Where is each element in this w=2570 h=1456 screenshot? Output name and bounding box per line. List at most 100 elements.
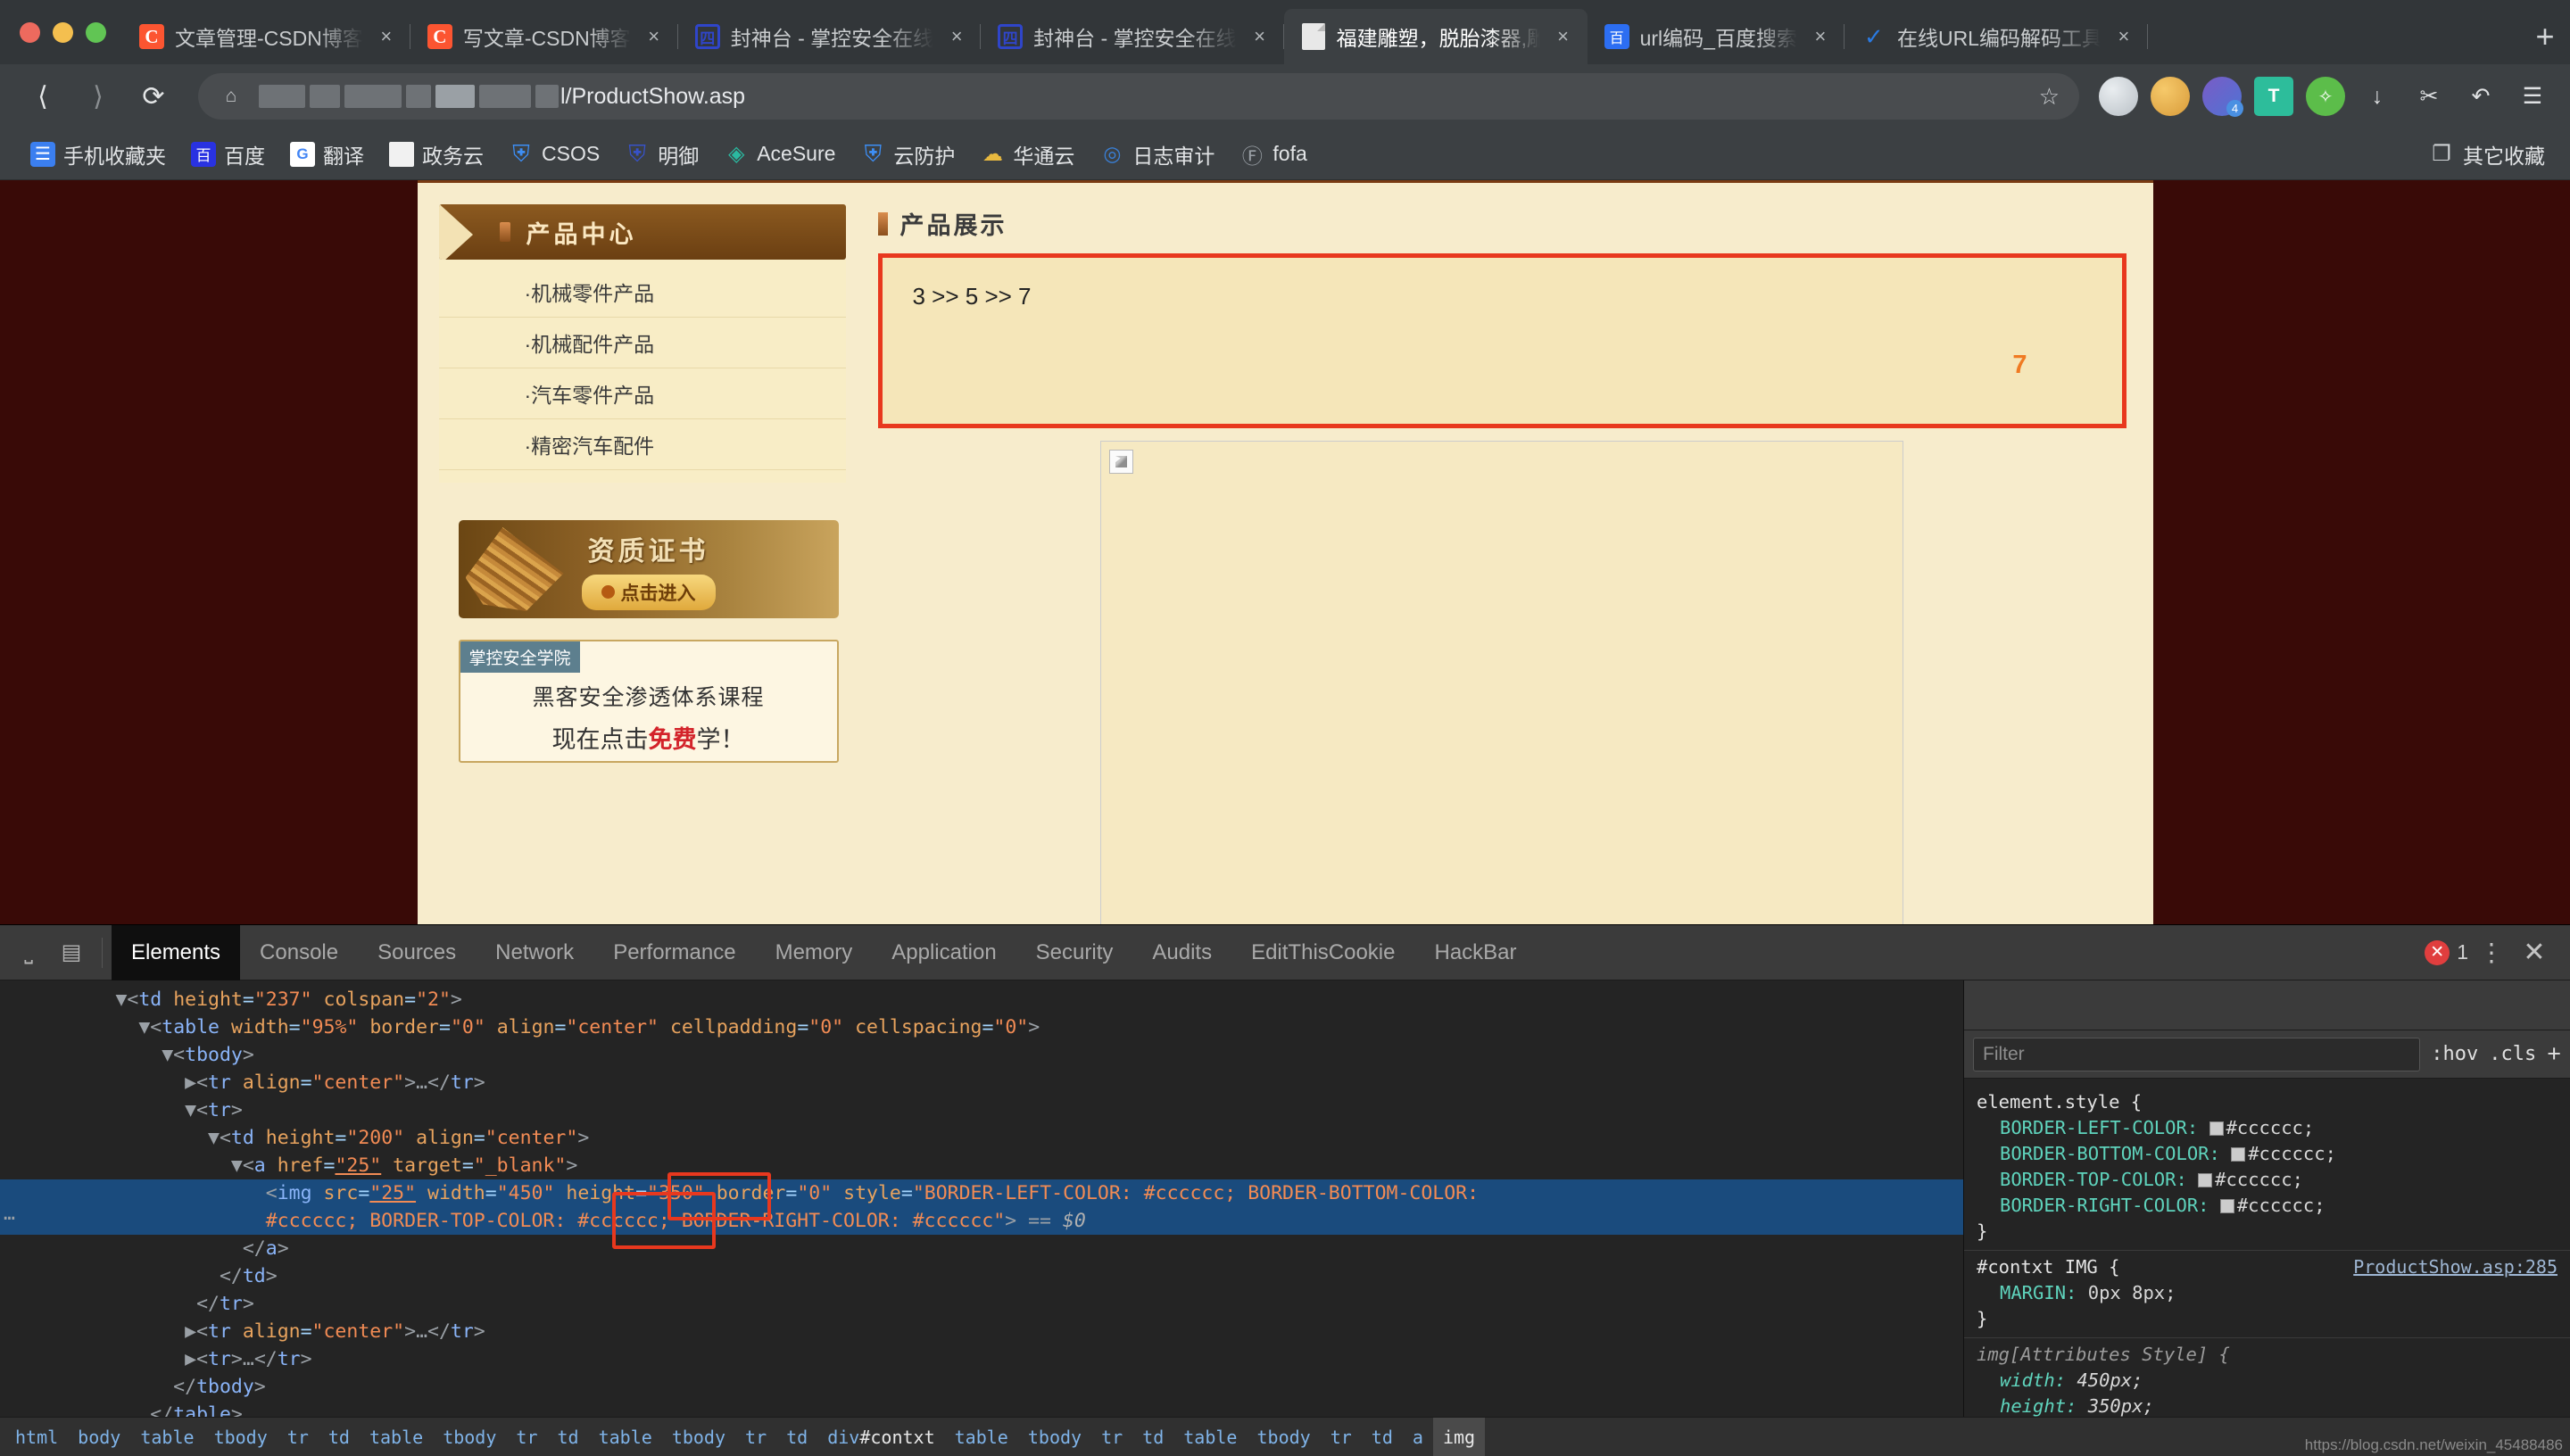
breadcrumb-item[interactable]: td <box>1132 1418 1173 1456</box>
style-declaration[interactable]: width: 450px; <box>1977 1368 2570 1394</box>
breadcrumb-item[interactable]: table <box>360 1418 433 1456</box>
breadcrumb-item[interactable]: table <box>589 1418 662 1456</box>
browser-tab[interactable]: 四封神台 - 掌控安全在线 × <box>678 9 982 64</box>
breadcrumb-item[interactable]: tbody <box>662 1418 735 1456</box>
tab-close-icon[interactable]: × <box>943 23 970 50</box>
dom-node-line[interactable]: ▼<td height="200" align="center"> <box>0 1124 1963 1152</box>
sidebar-nav-item[interactable]: ·汽车零件产品 <box>438 368 846 419</box>
tab-close-icon[interactable]: × <box>2110 23 2137 50</box>
globe-icon[interactable] <box>2099 77 2138 116</box>
certificate-enter-button[interactable]: 点击进入 <box>581 574 716 610</box>
new-tab-button[interactable]: + <box>2520 9 2570 64</box>
more-options-icon[interactable]: ⋮ <box>2472 933 2511 972</box>
breadcrumb-item[interactable]: tr <box>735 1418 776 1456</box>
close-icon[interactable]: ✕ <box>2515 933 2554 972</box>
dom-node-line[interactable]: ▼<table width="95%" border="0" align="ce… <box>0 1013 1963 1041</box>
breadcrumb-item[interactable]: img <box>1432 1417 1486 1456</box>
devtools-tab-memory[interactable]: Memory <box>756 925 873 980</box>
download-icon[interactable]: ↓ <box>2358 77 2397 116</box>
devtools-tab-elements[interactable]: Elements <box>112 924 241 980</box>
bookmark-item[interactable]: Ⓕfofa <box>1227 135 1319 174</box>
tab-close-icon[interactable]: × <box>373 23 400 50</box>
menu-icon[interactable]: ☰ <box>2513 77 2552 116</box>
style-rule[interactable]: img[Attributes Style] {width: 450px; heig… <box>1964 1338 2570 1417</box>
dom-node-line[interactable]: </td> <box>0 1262 1963 1290</box>
puzzle-extension-icon[interactable]: 4 <box>2202 77 2243 117</box>
breadcrumb-item[interactable]: tr <box>1321 1418 1362 1456</box>
breadcrumb-item[interactable]: tr <box>278 1418 319 1456</box>
dom-node-line[interactable]: #cccccc; BORDER-TOP-COLOR: #cccccc; BORD… <box>0 1207 1963 1235</box>
devtools-tab-performance[interactable]: Performance <box>593 925 755 980</box>
tab-close-icon[interactable]: × <box>641 23 667 50</box>
scissors-icon[interactable]: ✂ <box>2409 77 2449 116</box>
dom-node-line[interactable]: ▼<a href="25" target="_blank"> <box>0 1152 1963 1179</box>
dom-node-line[interactable]: </table> <box>0 1401 1963 1417</box>
sidebar-nav-item[interactable]: ·精密汽车配件 <box>438 419 846 470</box>
tab-close-icon[interactable]: × <box>1247 23 1273 50</box>
breadcrumb-item[interactable]: tr <box>506 1418 547 1456</box>
hover-state-toggle[interactable]: :hov <box>2431 1043 2478 1065</box>
styles-filter-input[interactable]: Filter <box>1973 1037 2421 1071</box>
style-declaration[interactable]: height: 350px; <box>1977 1394 2570 1417</box>
bookmark-star-icon[interactable]: ☆ <box>2039 83 2060 111</box>
device-toolbar-icon[interactable]: ▤ <box>50 931 93 974</box>
bookmark-item[interactable]: G 翻译 <box>278 135 377 174</box>
dom-node-line[interactable]: ▼<tr> <box>0 1096 1963 1124</box>
breadcrumb-item[interactable]: tbody <box>204 1418 278 1456</box>
bookmark-item[interactable]: ☰ 手机收藏夹 <box>18 135 178 174</box>
style-declaration[interactable]: BORDER-LEFT-COLOR: #cccccc; <box>1977 1115 2570 1141</box>
dom-node-line[interactable]: ▶<tr>…</tr> <box>0 1345 1963 1373</box>
product-image-placeholder[interactable] <box>1100 441 1903 924</box>
breadcrumb-item[interactable]: table <box>1173 1418 1247 1456</box>
dom-node-line[interactable]: </tbody> <box>0 1373 1963 1401</box>
devtools-tab-application[interactable]: Application <box>872 925 1016 980</box>
breadcrumb-item[interactable]: table <box>945 1418 1018 1456</box>
course-ad-banner[interactable]: 掌控安全学院 黑客安全渗透体系课程 现在点击免费学！ <box>458 640 839 763</box>
error-count-badge[interactable]: ✕ 1 <box>2425 939 2468 965</box>
other-bookmarks-button[interactable]: ❐ 其它收藏 <box>2429 139 2552 170</box>
color-swatch[interactable] <box>2198 1173 2213 1187</box>
minimize-window-button[interactable] <box>53 21 73 43</box>
bookmark-item[interactable]: ◈ AceSure <box>711 135 848 174</box>
breadcrumb-item[interactable]: body <box>68 1418 130 1456</box>
breadcrumb-item[interactable]: tr <box>1091 1418 1132 1456</box>
bookmark-item[interactable]: ⛨ 云防护 <box>848 135 967 174</box>
certificate-promo-banner[interactable]: 资质证书 点击进入 <box>458 520 839 618</box>
dom-node-line[interactable]: ▶<tr align="center">…</tr> <box>0 1318 1963 1345</box>
close-window-button[interactable] <box>20 21 40 43</box>
dom-node-line[interactable]: <img src="25" width="450" height="350" b… <box>0 1179 1963 1207</box>
devtools-tab-security[interactable]: Security <box>1016 925 1133 980</box>
devtools-tab-editthiscookie[interactable]: EditThisCookie <box>1231 925 1414 980</box>
breadcrumb-item[interactable]: td <box>548 1418 589 1456</box>
breadcrumb-item[interactable]: tbody <box>1247 1418 1320 1456</box>
browser-tab[interactable]: 福建雕塑，脱胎漆器,雕 × <box>1283 9 1588 64</box>
browser-tab[interactable]: 四封神台 - 掌控安全在线 × <box>981 9 1285 64</box>
sidebar-nav-item[interactable]: ·机械零件产品 <box>438 267 846 318</box>
breadcrumb-item[interactable]: html <box>5 1418 68 1456</box>
devtools-tab-sources[interactable]: Sources <box>358 925 476 980</box>
dom-node-line[interactable]: ▶<tr align="center">…</tr> <box>0 1069 1963 1096</box>
style-rule[interactable]: #contxt IMG {ProductShow.asp:285 MARGIN: … <box>1964 1251 2570 1338</box>
bookmark-item[interactable]: 政务云 <box>377 135 496 174</box>
inspect-element-icon[interactable]: ⎵ <box>7 931 50 974</box>
dom-node-line[interactable]: ▼<tbody> <box>0 1041 1963 1069</box>
breadcrumb-item[interactable]: div #contxt <box>817 1418 944 1456</box>
browser-tab[interactable]: 百 url编码_百度搜索 × <box>1588 9 1845 64</box>
breadcrumb-item[interactable]: td <box>1362 1418 1403 1456</box>
forward-arrow-icon[interactable]: ⟩ <box>73 71 123 121</box>
undo-icon[interactable]: ↶ <box>2461 77 2500 116</box>
devtools-tab-console[interactable]: Console <box>240 925 358 980</box>
devtools-tab-hackbar[interactable]: HackBar <box>1414 925 1536 980</box>
devtools-tab-network[interactable]: Network <box>476 925 593 980</box>
bookmark-item[interactable]: ⛨ CSOS <box>496 135 612 174</box>
class-editor-toggle[interactable]: .cls <box>2489 1043 2536 1065</box>
breadcrumb-item[interactable]: td <box>319 1418 360 1456</box>
bookmark-item[interactable]: 百百度 <box>178 135 278 174</box>
browser-tab[interactable]: C 写文章-CSDN博客 × <box>410 9 678 64</box>
maximize-window-button[interactable] <box>86 21 106 43</box>
dom-node-line[interactable]: </a> <box>0 1235 1963 1262</box>
breadcrumb-item[interactable]: table <box>130 1418 203 1456</box>
back-arrow-icon[interactable]: ⟨ <box>18 71 68 121</box>
breadcrumb-item[interactable]: a <box>1403 1418 1433 1456</box>
breadcrumb-item[interactable]: tbody <box>1018 1418 1091 1456</box>
